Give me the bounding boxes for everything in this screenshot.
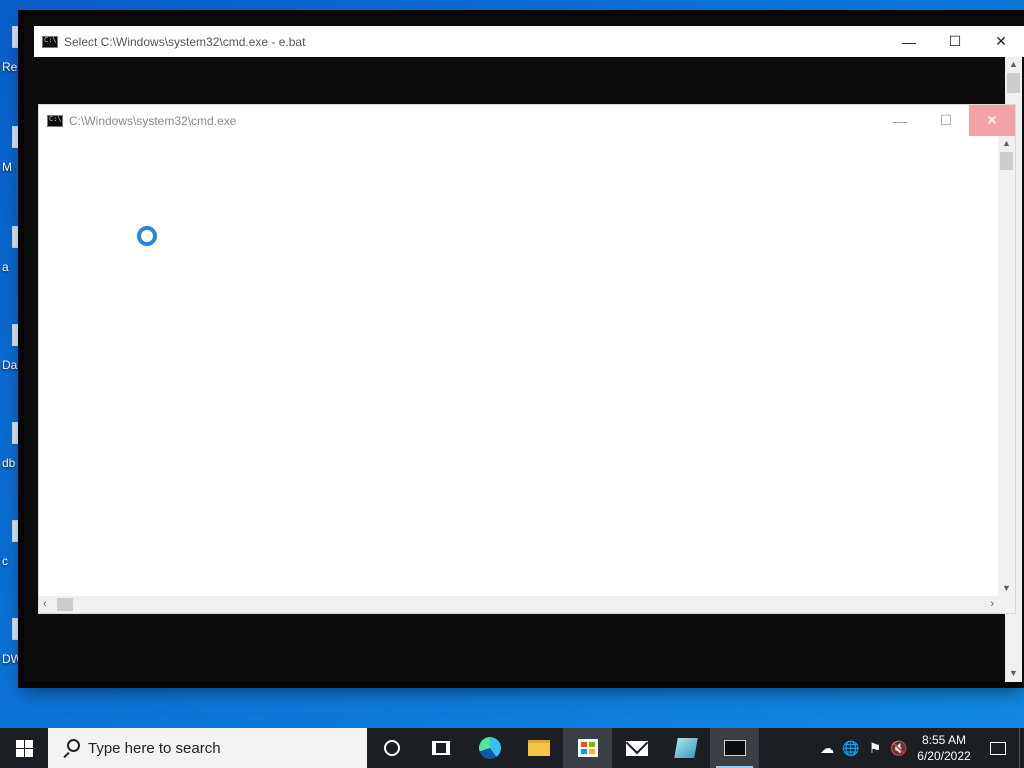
network-icon[interactable]: 🌐 [839,728,863,768]
show-desktop-button[interactable] [1019,728,1024,768]
volume-muted-icon[interactable]: 🔇 [887,728,911,768]
taskbar: Type here to search ☁ 🌐 ⚑ 🔇 8:55 AM 6/20… [0,728,1024,768]
loading-spinner-icon [137,226,157,246]
desktop-icon-label: a [2,260,9,274]
console-window-front[interactable]: C:\Windows\system32\cmd.exe — ☐ ✕ ▲ ▼ ‹ … [38,104,1016,614]
maximize-button[interactable]: ☐ [932,26,978,57]
search-icon [62,739,80,759]
horizontal-scrollbar[interactable]: ‹ › [39,596,998,613]
task-view-button[interactable] [416,728,465,768]
mail-button[interactable] [612,728,661,768]
start-button[interactable] [0,728,48,768]
scrollbar-corner [998,596,1015,613]
cortana-icon [383,740,400,756]
scroll-left-arrow-icon[interactable]: ‹ [43,598,47,610]
store-icon [577,739,598,757]
scroll-down-arrow-icon[interactable]: ▼ [1009,668,1018,678]
desktop-icon-label: db [2,456,16,470]
minimize-button[interactable]: — [877,105,923,136]
window-title: C:\Windows\system32\cmd.exe [69,113,237,128]
close-button[interactable]: ✕ [969,105,1015,136]
vertical-scrollbar[interactable]: ▲ ▼ [998,136,1015,596]
title-bar[interactable]: Select C:\Windows\system32\cmd.exe - e.b… [34,26,1024,57]
folder-icon [527,740,550,756]
scrollbar-thumb[interactable] [57,598,73,611]
cmd-icon [723,740,746,756]
clock[interactable]: 8:55 AM 6/20/2022 [911,728,977,768]
scroll-up-arrow-icon[interactable]: ▲ [1009,59,1018,69]
desktop-icon-label: M [2,160,12,174]
cmd-taskbar-button[interactable] [710,728,759,768]
cortana-button[interactable] [367,728,416,768]
desktop-icon-label: Re [2,60,18,74]
scroll-up-arrow-icon[interactable]: ▲ [1002,138,1011,148]
cmd-icon [42,35,58,48]
maximize-button[interactable]: ☐ [923,105,969,136]
clock-date: 6/20/2022 [917,749,971,763]
app-button[interactable] [661,728,710,768]
search-box[interactable]: Type here to search [48,728,367,768]
window-content[interactable] [39,136,998,596]
close-button[interactable]: ✕ [978,26,1024,57]
file-explorer-button[interactable] [514,728,563,768]
store-button[interactable] [563,728,612,768]
system-tray: ☁ 🌐 ⚑ 🔇 8:55 AM 6/20/2022 [815,728,1024,768]
scrollbar-thumb[interactable] [1007,73,1020,93]
cmd-icon [47,114,63,127]
scroll-down-arrow-icon[interactable]: ▼ [1002,583,1011,593]
desktop-icon-label: Dat [2,358,21,372]
minimize-button[interactable]: — [886,26,932,57]
edge-icon [478,737,501,759]
scroll-right-arrow-icon[interactable]: › [990,598,994,610]
notifications-button[interactable] [977,728,1019,768]
task-view-icon [431,741,450,755]
notification-icon [990,741,1006,755]
search-placeholder: Type here to search [88,739,221,757]
edge-button[interactable] [465,728,514,768]
windows-logo-icon [15,739,33,757]
app-icon [673,738,698,758]
clock-time: 8:55 AM [921,733,967,747]
security-warning-icon[interactable]: ⚑ [863,728,887,768]
window-title: Select C:\Windows\system32\cmd.exe - e.b… [64,34,306,49]
mail-icon [625,740,648,756]
title-bar[interactable]: C:\Windows\system32\cmd.exe — ☐ ✕ [39,105,1015,136]
desktop-icon-label: c [2,554,8,568]
onedrive-icon[interactable]: ☁ [815,728,839,768]
scrollbar-thumb[interactable] [1000,152,1013,170]
